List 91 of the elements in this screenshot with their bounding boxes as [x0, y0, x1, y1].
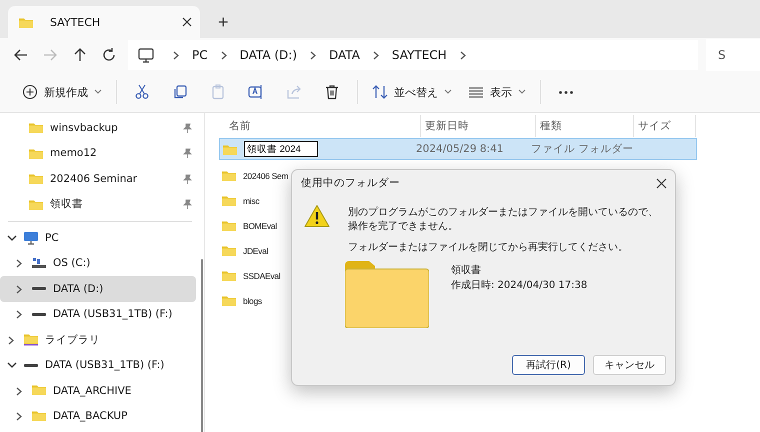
file-name[interactable]: SSDAEval [243, 270, 280, 280]
tree-item[interactable]: OS (C:) [0, 250, 196, 276]
created-date: 作成日時: 2024/04/30 17:38 [451, 278, 588, 292]
selected-row[interactable]: 領収書 2024 2024/05/29 8:41 ファイル フォルダー [219, 138, 697, 160]
drive-icon [32, 287, 46, 290]
rename-field[interactable]: 領収書 2024 [244, 141, 318, 157]
search-field[interactable]: S [706, 39, 760, 71]
chevron-icon [172, 50, 180, 60]
folder-icon [222, 142, 238, 156]
more-icon [559, 90, 573, 94]
drive-icon [31, 256, 47, 271]
new-tab-button[interactable]: + [214, 6, 233, 38]
folder-icon [345, 260, 429, 328]
forward-icon [42, 47, 58, 63]
chevron-icon [309, 50, 317, 60]
folder-icon [23, 332, 39, 348]
drive-icon [32, 312, 46, 316]
share-icon [286, 84, 302, 100]
sidebar-item[interactable]: 領収書 [0, 192, 196, 217]
close-tab-button[interactable] [182, 17, 192, 27]
folder-icon [221, 219, 237, 232]
pin-icon [183, 199, 192, 210]
cancel-button[interactable]: キャンセル [593, 355, 666, 375]
plus-circle-icon [22, 84, 38, 100]
sidebar-item[interactable]: winsvbackup [0, 115, 196, 140]
rename-icon [248, 84, 264, 100]
retry-button[interactable]: 再試行(R) [512, 355, 585, 375]
folder-icon [28, 172, 44, 186]
folder-icon [28, 146, 44, 160]
delete-icon [324, 84, 340, 100]
sidebar-item[interactable]: memo12 [0, 140, 196, 166]
breadcrumb-item[interactable]: SAYTECH [392, 48, 447, 62]
new-button[interactable]: 新規作成 [14, 77, 110, 107]
clipboard-icon [210, 84, 226, 100]
back-icon [12, 47, 29, 63]
type-cell-text: ファイル フォルダー [531, 142, 634, 156]
folder-icon [28, 121, 44, 134]
copy-icon [172, 84, 188, 100]
dialog-title: 使用中のフォルダー [301, 176, 400, 190]
browser-tab[interactable]: SAYTECH [8, 6, 200, 38]
close-button[interactable] [656, 178, 667, 188]
file-name[interactable]: misc [243, 196, 260, 206]
folder-icon [221, 169, 237, 182]
breadcrumb-item[interactable]: PC [192, 48, 208, 62]
dialog-message: フォルダーまたはファイルを閉じてから再実行してください。 [348, 241, 629, 254]
folder-icon [221, 294, 237, 307]
date-cell-text: 2024/05/29 8:41 [416, 143, 504, 155]
pin-icon [183, 148, 192, 158]
view-button[interactable]: 表示 [460, 77, 534, 107]
pin-icon [183, 174, 192, 184]
chevron-icon [372, 50, 380, 60]
folder-icon [221, 194, 237, 207]
tab-title: SAYTECH [50, 16, 102, 28]
sidebar-item[interactable]: 202406 Seminar [0, 166, 196, 192]
refresh-icon [101, 47, 118, 63]
tree-item[interactable]: DATA_BACKUP [0, 404, 196, 429]
column-header[interactable]: 名前 [225, 114, 421, 136]
column-header[interactable]: 更新日時 [421, 114, 536, 136]
cut-icon [134, 84, 150, 100]
tree-item[interactable]: PC [0, 225, 196, 250]
folder-icon [221, 269, 237, 282]
dialog-message: 別のプログラムがこのフォルダーまたはファイルを開いているので、操作を完了できません。 [348, 206, 659, 233]
tree-item[interactable]: DATA (D:) [0, 276, 196, 302]
folder-icon [18, 16, 34, 28]
column-header[interactable]: サイズ [634, 114, 696, 136]
column-header[interactable]: 種類 [536, 114, 634, 136]
monitor-icon [23, 230, 39, 246]
sort-button[interactable]: 並べ替え [364, 77, 460, 107]
tree-item[interactable]: DATA (USB31_1TB) (F:) [0, 352, 196, 378]
scrollbar-thumb[interactable] [201, 259, 203, 432]
file-name[interactable]: blogs [243, 296, 262, 306]
tree-item[interactable]: DATA (USB31_1TB) (F:) [0, 302, 196, 327]
folder-icon [31, 408, 47, 424]
breadcrumb-item[interactable]: DATA [329, 48, 360, 62]
address-bar[interactable]: PC DATA (D:) DATA SAYTECH [128, 40, 698, 70]
monitor-icon [138, 48, 154, 62]
warning-icon [304, 204, 330, 228]
chevron-icon [458, 50, 467, 60]
folder-name: 領収書 [451, 264, 482, 276]
tree-item[interactable]: DATA_ARCHIVE [0, 378, 196, 404]
drive-icon [24, 364, 38, 367]
chevron-icon [220, 50, 228, 60]
folder-icon [221, 244, 237, 257]
file-name[interactable]: 202406 Sem [243, 170, 288, 180]
breadcrumb-item[interactable]: DATA (D:) [240, 48, 297, 62]
folder-icon [28, 198, 44, 211]
file-name[interactable]: JDEval [243, 246, 268, 256]
pin-icon [183, 122, 192, 133]
file-name[interactable]: BOMEval [243, 220, 277, 230]
tree-item[interactable]: ライブラリ [0, 327, 196, 352]
sort-icon [372, 84, 388, 100]
